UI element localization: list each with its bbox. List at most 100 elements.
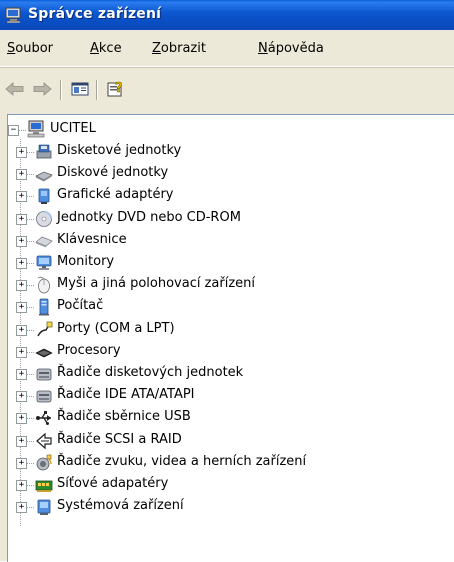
tree-connector	[27, 418, 35, 419]
tree-item-row[interactable]: + Řadiče IDE ATA/ATAPI	[8, 385, 454, 407]
tree-item-label: Jednotky DVD nebo CD-ROM	[57, 210, 241, 225]
tree-item-row[interactable]: + Klávesnice	[8, 230, 454, 252]
tree-connector	[27, 285, 35, 286]
tree-item-row[interactable]: + Porty (COM a LPT)	[8, 319, 454, 341]
tree-item-row[interactable]: + Procesory	[8, 341, 454, 363]
tree-item-row[interactable]: + Systémová zařízení	[8, 496, 454, 518]
tree-connector	[27, 374, 35, 375]
ide-controller-icon	[36, 390, 52, 403]
tree-connector	[27, 152, 35, 153]
back-button[interactable]	[4, 78, 26, 100]
expand-toggle[interactable]: +	[16, 391, 27, 402]
system-devices-icon	[37, 499, 51, 515]
menu-zobrazit[interactable]: Zobrazit	[152, 41, 206, 56]
tree-connector	[27, 263, 35, 264]
computer-icon	[39, 298, 49, 316]
svg-text:?: ?	[115, 81, 123, 96]
window-title: Správce zařízení	[28, 6, 162, 22]
expand-toggle[interactable]: +	[16, 214, 27, 225]
tree-item-row[interactable]: + Řadiče SCSI a RAID	[8, 430, 454, 452]
tree-item-row[interactable]: + Řadiče disketových jednotek	[8, 363, 454, 385]
tree-item-row[interactable]: + Řadiče sběrnice USB	[8, 407, 454, 429]
menu-akce[interactable]: Akce	[90, 41, 122, 56]
tree-item-label: Síťové adapatéry	[57, 476, 169, 491]
menu-zobrazit-label: obrazit	[160, 41, 206, 56]
toolbar: ?	[0, 67, 454, 112]
tree-item-label: Diskové jednotky	[57, 165, 169, 180]
tree-connector	[19, 130, 27, 131]
tree-item-row[interactable]: + Disketové jednotky	[8, 141, 454, 163]
tree-connector	[27, 463, 35, 464]
tree-connector	[27, 307, 35, 308]
tree-item-label: Počítač	[57, 298, 104, 313]
tree-item-row[interactable]: + Řadiče zvuku, videa a herních zařízení	[8, 452, 454, 474]
console-tree-icon	[71, 82, 89, 96]
expand-toggle[interactable]: +	[16, 191, 27, 202]
forward-button[interactable]	[31, 78, 53, 100]
expand-toggle[interactable]: +	[16, 147, 27, 158]
disk-drive-icon	[35, 171, 53, 182]
menu-akce-accel: A	[90, 41, 99, 56]
tree-item-label: Řadiče disketových jednotek	[57, 365, 244, 380]
menu-soubor-label: oubor	[15, 41, 54, 56]
tree-root-row[interactable]: − UCITEL	[8, 119, 454, 141]
tree-item-label: Monitory	[57, 254, 115, 269]
tree-item-row[interactable]: + Myši a jiná polohovací zařízení	[8, 274, 454, 296]
menu-napoveda-label: ápověda	[267, 41, 324, 56]
tree-item-row[interactable]: + Jednotky DVD nebo CD-ROM	[8, 208, 454, 230]
tree-item-label: Grafické adaptéry	[57, 187, 174, 202]
network-adapter-icon	[35, 480, 53, 492]
expand-toggle[interactable]: +	[16, 169, 27, 180]
expand-toggle[interactable]: +	[16, 280, 27, 291]
properties-help-button[interactable]: ?	[105, 78, 127, 100]
toolbar-separator	[60, 80, 62, 100]
expand-toggle[interactable]: +	[16, 325, 27, 336]
collapse-toggle[interactable]: −	[8, 125, 19, 136]
expand-toggle[interactable]: +	[16, 413, 27, 424]
tree-connector	[27, 241, 35, 242]
menu-soubor[interactable]: Soubor	[7, 41, 53, 56]
help-icon: ?	[107, 81, 123, 97]
title-bar[interactable]: Správce zařízení	[0, 0, 454, 30]
tree-connector	[27, 352, 35, 353]
monitor-icon	[36, 255, 52, 270]
tree-item-row[interactable]: + Monitory	[8, 252, 454, 274]
expand-toggle[interactable]: +	[16, 236, 27, 247]
scsi-icon	[36, 432, 52, 450]
forward-arrow-icon	[33, 82, 52, 96]
expand-toggle[interactable]: +	[16, 458, 27, 469]
show-hide-console-tree-button[interactable]	[69, 78, 91, 100]
tree-connector	[27, 219, 35, 220]
cd-rom-icon	[36, 211, 52, 227]
expand-toggle[interactable]: +	[16, 436, 27, 447]
port-icon	[37, 321, 53, 337]
expand-toggle[interactable]: +	[16, 480, 27, 491]
tree-connector	[27, 330, 35, 331]
tree-root-label: UCITEL	[50, 121, 96, 136]
menu-napoveda-accel: N	[258, 41, 268, 56]
floppy-drive-icon	[36, 144, 52, 159]
expand-toggle[interactable]: +	[16, 347, 27, 358]
tree-item-row[interactable]: + Počítač	[8, 296, 454, 318]
expand-toggle[interactable]: +	[16, 369, 27, 380]
back-arrow-icon	[5, 82, 24, 96]
tree-item-label: Řadiče zvuku, videa a herních zařízení	[57, 454, 307, 469]
display-adapter-icon	[38, 188, 50, 204]
tree-item-label: Řadiče IDE ATA/ATAPI	[57, 387, 195, 402]
tree-connector	[27, 485, 35, 486]
expand-toggle[interactable]: +	[16, 302, 27, 313]
computer-root-icon	[27, 120, 45, 138]
tree-item-label: Řadiče sběrnice USB	[57, 409, 191, 424]
tree-item-row[interactable]: + Grafické adaptéry	[8, 185, 454, 207]
tree-item-row[interactable]: + Síťové adapatéry	[8, 474, 454, 496]
tree-item-label: Disketové jednotky	[57, 143, 182, 158]
tree-item-row[interactable]: + Diskové jednotky	[8, 163, 454, 185]
device-tree[interactable]: − UCITEL + Disketové jednotky + Diskové jed…	[7, 114, 454, 562]
menu-napoveda[interactable]: Nápověda	[258, 41, 324, 56]
tree-connector	[27, 196, 35, 197]
expand-toggle[interactable]: +	[16, 502, 27, 513]
expand-toggle[interactable]: +	[16, 258, 27, 269]
tree-item-label: Řadiče SCSI a RAID	[57, 432, 182, 447]
tree-item-label: Systémová zařízení	[57, 498, 184, 513]
tree-connector	[27, 396, 35, 397]
